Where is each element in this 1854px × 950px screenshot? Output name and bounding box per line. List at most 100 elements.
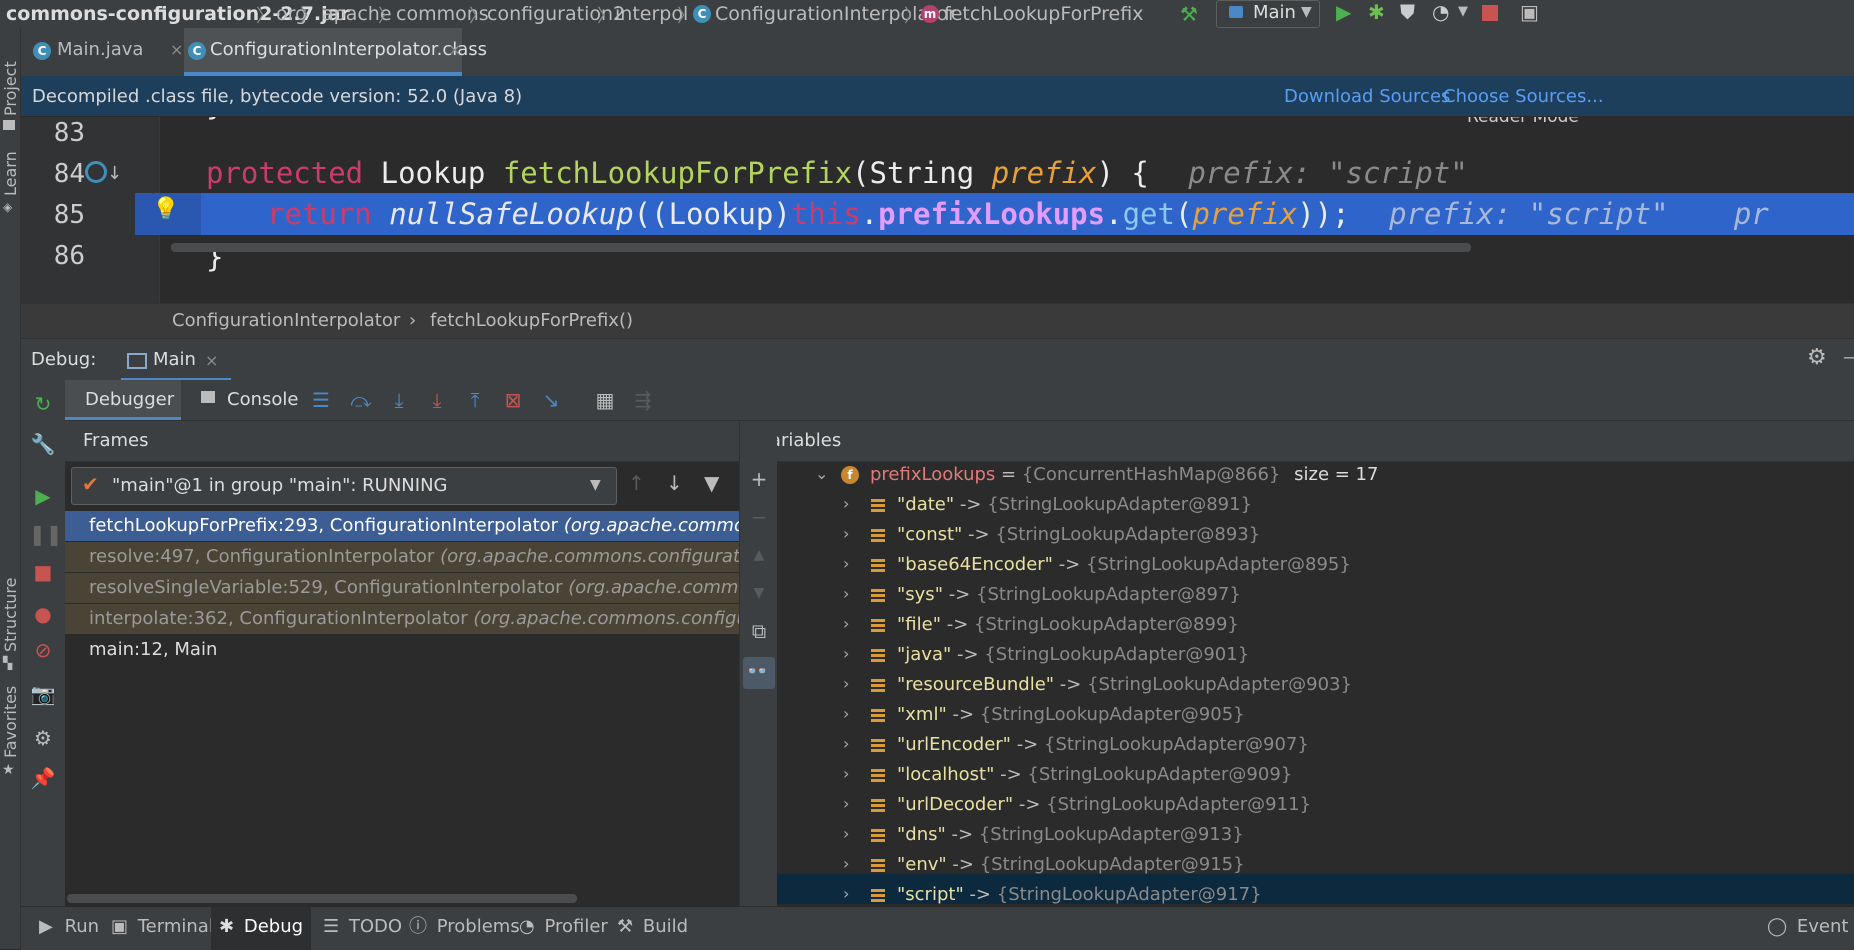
close-icon[interactable]: × bbox=[170, 40, 183, 59]
chevron-right-icon[interactable]: › bbox=[843, 734, 849, 753]
evaluate-expression-icon[interactable]: ▦ bbox=[591, 386, 619, 414]
minimize-icon[interactable]: — bbox=[1843, 347, 1854, 368]
reader-mode-toggle[interactable]: Reader Mode bbox=[1467, 117, 1579, 127]
variable-entry-row[interactable]: › "const" -> {StringLookupAdapter@893} bbox=[777, 521, 1854, 551]
chevron-right-icon[interactable]: › bbox=[843, 824, 849, 843]
remove-watch-icon[interactable]: − bbox=[745, 503, 773, 531]
coverage-icon[interactable]: ⛊ bbox=[1400, 0, 1415, 24]
thread-selector[interactable]: ✔ "main"@1 in group "main": RUNNING ▼ bbox=[71, 467, 617, 505]
step-out-icon[interactable]: ⤒ bbox=[461, 386, 489, 414]
debug-tool-tab[interactable]: ✱ Debug bbox=[211, 907, 311, 950]
chevron-right-icon[interactable]: › bbox=[843, 764, 849, 783]
favorites-tool-tab[interactable]: Favorites bbox=[1, 686, 20, 758]
gear-icon[interactable]: ⚙ bbox=[1807, 345, 1827, 370]
close-icon[interactable]: × bbox=[448, 40, 461, 59]
mute-breakpoints-icon[interactable]: ⊘ bbox=[29, 636, 57, 664]
chevron-right-icon[interactable]: › bbox=[843, 794, 849, 813]
debug-bug-icon[interactable]: ✱ bbox=[1368, 0, 1385, 24]
chevron-right-icon[interactable]: › bbox=[843, 584, 849, 603]
pause-icon[interactable]: ❚❚ bbox=[29, 520, 63, 548]
variable-entry-row[interactable]: › "base64Encoder" -> {StringLookupAdapter… bbox=[777, 551, 1854, 581]
close-icon[interactable]: × bbox=[205, 351, 218, 370]
profiler-tool-tab[interactable]: ◔ Profiler bbox=[511, 907, 608, 950]
project-structure-icon[interactable]: ▣ bbox=[1520, 0, 1539, 24]
run-tool-tab[interactable]: ▶ Run bbox=[27, 907, 101, 950]
previous-frame-icon[interactable]: ↑ bbox=[628, 471, 645, 495]
run-to-cursor-icon[interactable]: ↘ bbox=[537, 386, 565, 414]
modify-config-icon[interactable]: 🔧 bbox=[29, 430, 57, 458]
variable-entry-row[interactable]: › "java" -> {StringLookupAdapter@901} bbox=[777, 641, 1854, 671]
step-into-icon[interactable]: ⤓ bbox=[385, 386, 413, 414]
variable-entry-row[interactable]: › "dns" -> {StringLookupAdapter@913} bbox=[777, 821, 1854, 851]
event-log-tool-tab[interactable]: ◯ Event Lo bbox=[1759, 907, 1854, 950]
filter-icon[interactable]: ▼ bbox=[704, 471, 719, 495]
frame-row[interactable]: resolve:497, ConfigurationInterpolator (… bbox=[65, 542, 739, 572]
move-down-icon[interactable]: ▼ bbox=[745, 579, 773, 607]
debug-session-tab[interactable]: Main × bbox=[121, 339, 231, 381]
chevron-down-icon[interactable]: ▼ bbox=[1458, 4, 1468, 19]
choose-sources-link[interactable]: Choose Sources... bbox=[1443, 86, 1604, 107]
chevron-right-icon[interactable]: › bbox=[843, 524, 849, 543]
profile-icon[interactable]: ◔ bbox=[1432, 0, 1449, 24]
drop-frame-icon[interactable]: ⊠ bbox=[499, 386, 527, 414]
stop-icon[interactable] bbox=[1482, 5, 1498, 21]
move-up-icon[interactable]: ▲ bbox=[745, 541, 773, 569]
copy-icon[interactable]: ⧉ bbox=[745, 617, 773, 645]
chevron-down-icon[interactable]: ⌄ bbox=[815, 464, 828, 483]
variable-entry-row[interactable]: › "script" -> {StringLookupAdapter@917} bbox=[777, 881, 1854, 906]
chevron-right-icon[interactable]: › bbox=[843, 644, 849, 663]
variable-entry-row[interactable]: › "date" -> {StringLookupAdapter@891} bbox=[777, 491, 1854, 521]
chevron-right-icon[interactable]: › bbox=[843, 884, 849, 903]
add-watch-icon[interactable]: + bbox=[745, 465, 773, 493]
settings-icon[interactable]: ⚙ bbox=[29, 724, 57, 752]
step-over-icon[interactable]: ⤼ bbox=[347, 386, 375, 414]
code-editor[interactable]: 83 84 85 86 ↓ } Reader Mode protected Lo… bbox=[21, 117, 1854, 303]
chevron-right-icon[interactable]: › bbox=[843, 674, 849, 693]
chevron-right-icon[interactable]: › bbox=[843, 494, 849, 513]
next-frame-icon[interactable]: ↓ bbox=[666, 471, 683, 495]
nav-crumb-method[interactable]: fetchLookupForPrefix bbox=[944, 3, 1143, 25]
breadcrumb-method[interactable]: fetchLookupForPrefix() bbox=[430, 310, 633, 331]
trace-stream-icon[interactable]: ⇶ bbox=[629, 386, 657, 414]
frame-row[interactable]: main:12, Main bbox=[65, 635, 739, 665]
build-hammer-icon[interactable]: ⚒ bbox=[1180, 2, 1198, 26]
terminal-tool-tab[interactable]: ▣ Terminal bbox=[103, 907, 214, 950]
layout-menu-icon[interactable]: ☰ bbox=[307, 386, 335, 414]
frame-row[interactable]: resolveSingleVariable:529, Configuration… bbox=[65, 573, 739, 603]
tab-console[interactable]: Console bbox=[183, 380, 298, 420]
stop-icon[interactable]: ■ bbox=[29, 558, 57, 586]
chevron-right-icon[interactable]: › bbox=[843, 704, 849, 723]
frame-row-selected[interactable]: fetchLookupForPrefix:293, ConfigurationI… bbox=[65, 511, 739, 541]
tab-configuration-interpolator[interactable]: C ConfigurationInterpolator.class × bbox=[184, 28, 487, 76]
frame-row[interactable]: interpolate:362, ConfigurationInterpolat… bbox=[65, 604, 739, 634]
download-sources-link[interactable]: Download Sources bbox=[1284, 86, 1450, 107]
project-tool-tab[interactable]: Project bbox=[1, 61, 20, 116]
learn-tool-tab[interactable]: Learn bbox=[1, 151, 20, 196]
build-tool-tab[interactable]: ⚒ Build bbox=[609, 907, 689, 950]
problems-tool-tab[interactable]: ⓘ Problems bbox=[401, 907, 520, 950]
chevron-right-icon[interactable]: › bbox=[843, 854, 849, 873]
variable-entry-row[interactable]: › "sys" -> {StringLookupAdapter@897} bbox=[777, 581, 1854, 611]
run-config-selector[interactable]: Main ▼ bbox=[1216, 0, 1320, 28]
variable-entry-row[interactable]: › "urlDecoder" -> {StringLookupAdapter@91… bbox=[777, 791, 1854, 821]
variable-entry-row[interactable]: › "xml" -> {StringLookupAdapter@905} bbox=[777, 701, 1854, 731]
variable-entry-row[interactable]: › "resourceBundle" -> {StringLookupAdapte… bbox=[777, 671, 1854, 701]
structure-tool-tab[interactable]: Structure bbox=[1, 578, 20, 652]
variable-entry-row[interactable]: › "urlEncoder" -> {StringLookupAdapter@90… bbox=[777, 731, 1854, 761]
breadcrumb-class[interactable]: ConfigurationInterpolator bbox=[172, 310, 400, 331]
override-marker-icon[interactable] bbox=[85, 161, 107, 183]
horizontal-scrollbar[interactable] bbox=[171, 243, 1471, 252]
todo-tool-tab[interactable]: ☰ TODO bbox=[315, 907, 402, 950]
force-step-into-icon[interactable]: ⤓ bbox=[423, 386, 451, 414]
tab-main-java[interactable]: C Main.java × bbox=[29, 28, 183, 76]
variable-root-row[interactable]: ⌄ f prefixLookups = {ConcurrentHashMap@8… bbox=[777, 461, 1854, 491]
variable-entry-row[interactable]: › "localhost" -> {StringLookupAdapter@909… bbox=[777, 761, 1854, 791]
tab-debugger[interactable]: Debugger bbox=[65, 380, 181, 420]
variable-entry-row[interactable]: › "file" -> {StringLookupAdapter@899} bbox=[777, 611, 1854, 641]
chevron-right-icon[interactable]: › bbox=[843, 554, 849, 573]
show-watches-toggle[interactable]: 👓 bbox=[743, 657, 775, 689]
horizontal-scrollbar[interactable] bbox=[67, 894, 577, 903]
run-icon[interactable]: ▶ bbox=[1336, 0, 1351, 24]
chevron-right-icon[interactable]: › bbox=[843, 614, 849, 633]
lightbulb-icon[interactable]: 💡 bbox=[152, 197, 179, 222]
